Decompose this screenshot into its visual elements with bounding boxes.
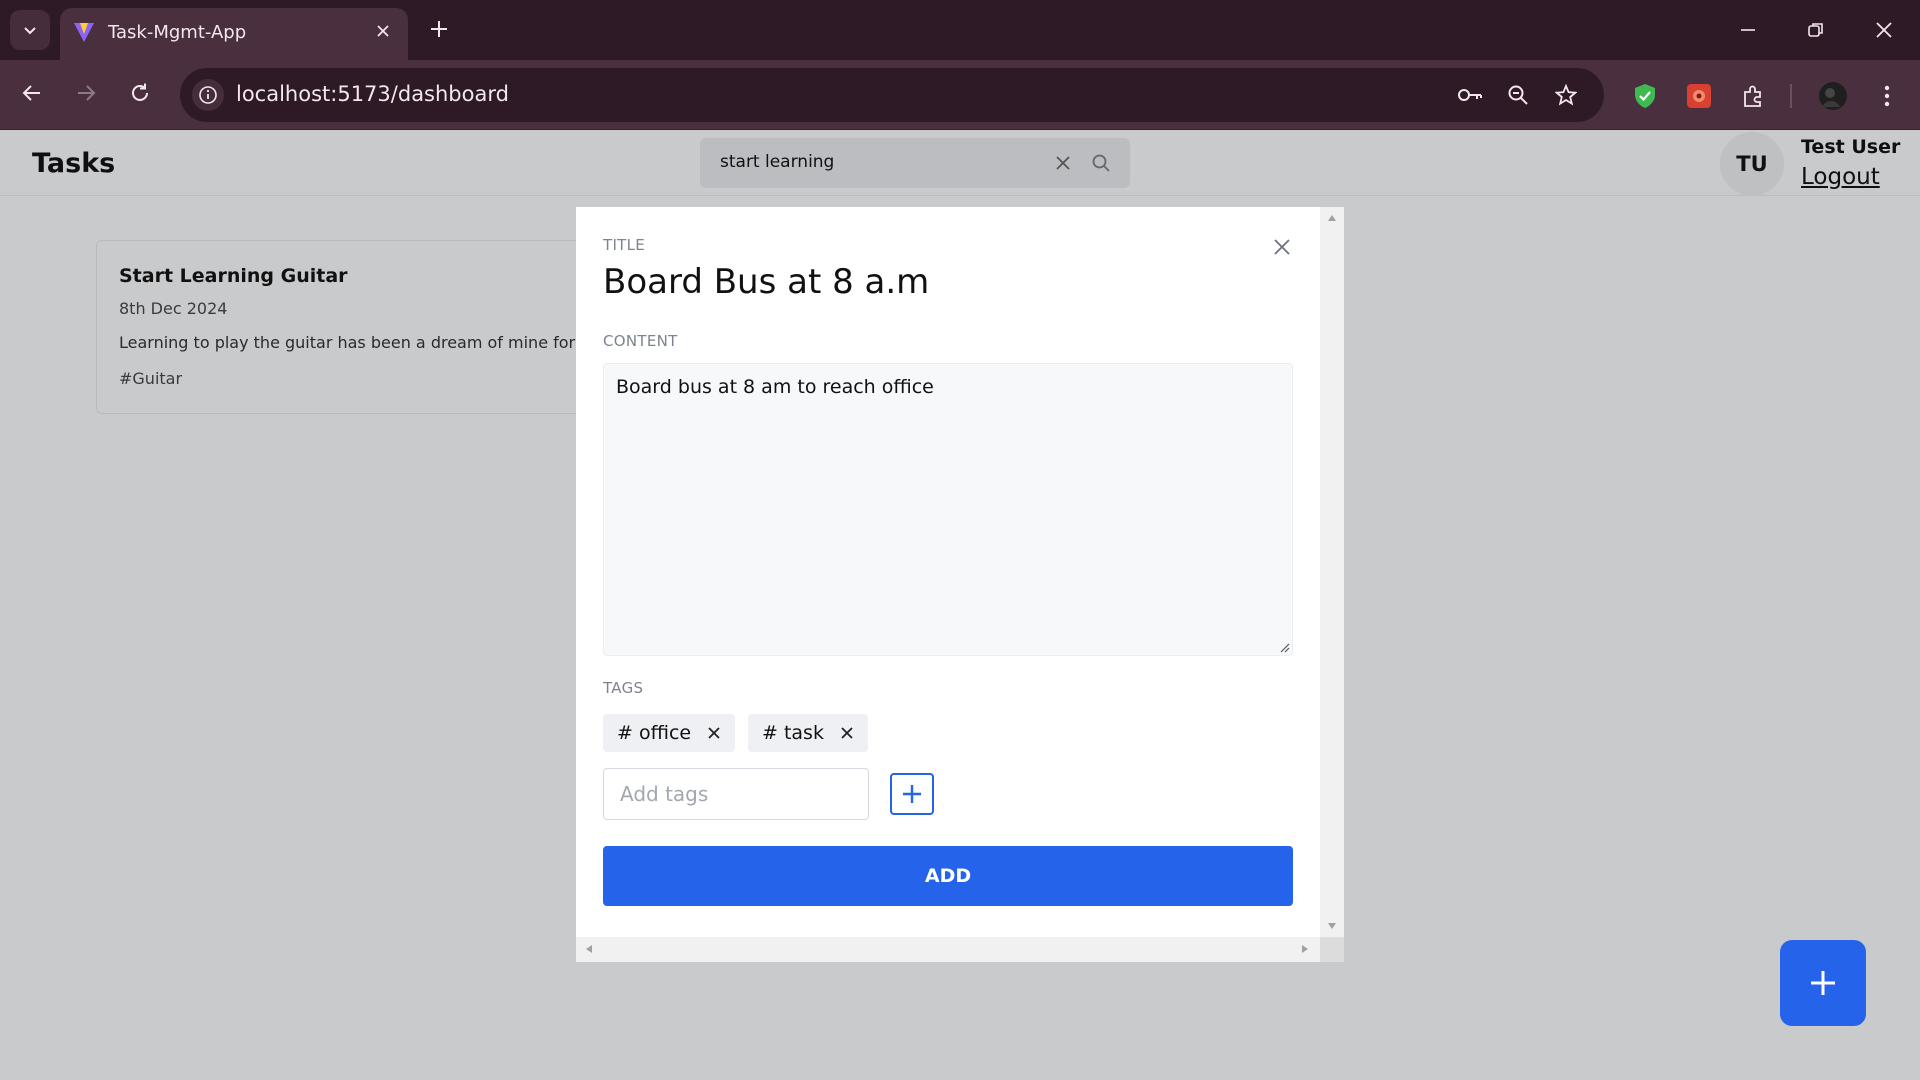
bookmark-star-icon[interactable] [1552, 81, 1580, 109]
red-extension-icon[interactable] [1682, 79, 1716, 113]
window-close-icon[interactable] [1864, 10, 1904, 50]
browser-tabstrip: Task-Mgmt-App [0, 0, 1920, 60]
browser-tab-active[interactable]: Task-Mgmt-App [60, 8, 408, 60]
content-textarea[interactable]: Board bus at 8 am to reach office [603, 363, 1293, 656]
vertical-scrollbar[interactable] [1320, 207, 1344, 937]
title-label: TITLE [603, 236, 646, 254]
profile-avatar-icon[interactable] [1816, 79, 1850, 113]
tag-chip: # task [748, 714, 868, 752]
tags-label: TAGS [603, 679, 644, 697]
horizontal-scrollbar[interactable] [576, 937, 1320, 962]
vite-logo-icon [74, 23, 94, 42]
reload-icon[interactable] [120, 73, 160, 113]
search-bar [700, 138, 1130, 188]
window-restore-icon[interactable] [1796, 10, 1836, 50]
scroll-right-arrow-icon[interactable] [1298, 942, 1312, 956]
tab-search-button[interactable] [10, 10, 50, 50]
browser-menu-kebab-icon[interactable] [1870, 79, 1904, 113]
edit-task-modal: TITLE CONTENT Board bus at 8 am to reach… [576, 207, 1344, 962]
scroll-down-arrow-icon[interactable] [1325, 919, 1339, 933]
scroll-left-arrow-icon[interactable] [582, 942, 596, 956]
scrollbar-corner [1320, 937, 1344, 962]
search-icon[interactable] [1088, 150, 1114, 176]
tag-chip-label: # task [762, 722, 824, 744]
search-input[interactable] [720, 152, 1040, 172]
app-header: Tasks TU Test User Logout [0, 130, 1920, 196]
tab-close-icon[interactable] [372, 20, 394, 42]
task-card[interactable]: Start Learning Guitar 8th Dec 2024 Learn… [96, 240, 616, 414]
tag-chip-label: # office [617, 722, 692, 744]
plus-icon [903, 785, 921, 803]
clear-search-icon[interactable] [1050, 150, 1076, 176]
site-info-icon[interactable] [192, 79, 224, 111]
content-label: CONTENT [603, 332, 678, 350]
logout-link[interactable]: Logout [1801, 164, 1880, 190]
zoom-out-icon[interactable] [1504, 81, 1532, 109]
forward-arrow-icon[interactable] [66, 73, 106, 113]
address-bar[interactable]: localhost:5173/dashboard [180, 68, 1604, 122]
add-tags-input[interactable] [603, 768, 869, 820]
password-key-icon[interactable] [1456, 81, 1484, 109]
remove-tag-icon[interactable] [705, 724, 723, 742]
task-card-date: 8th Dec 2024 [119, 299, 228, 318]
modal-close-icon[interactable] [1266, 231, 1298, 263]
title-input[interactable] [603, 262, 1243, 302]
toolbar-divider [1790, 84, 1792, 108]
add-submit-button[interactable]: ADD [603, 846, 1293, 906]
extensions-puzzle-icon[interactable] [1736, 79, 1770, 113]
task-card-title: Start Learning Guitar [119, 265, 348, 287]
window-minimize-icon[interactable] [1728, 10, 1768, 50]
shield-extension-icon[interactable] [1628, 79, 1662, 113]
task-card-tag: #Guitar [119, 369, 183, 388]
plus-icon [1811, 971, 1835, 995]
remove-tag-icon[interactable] [838, 724, 856, 742]
task-card-content: Learning to play the guitar has been a d… [119, 333, 576, 352]
back-arrow-icon[interactable] [12, 73, 52, 113]
resize-handle-icon[interactable] [1278, 641, 1290, 653]
scroll-up-arrow-icon[interactable] [1325, 211, 1339, 225]
add-task-fab-button[interactable] [1780, 940, 1866, 1026]
add-tag-button[interactable] [890, 773, 934, 815]
chevron-down-icon [24, 27, 36, 35]
url-text: localhost:5173/dashboard [236, 82, 509, 106]
user-name: Test User [1801, 136, 1901, 158]
user-avatar: TU [1720, 132, 1784, 196]
new-tab-plus-icon[interactable] [424, 14, 454, 44]
page-title: Tasks [32, 148, 116, 179]
tab-title: Task-Mgmt-App [108, 22, 247, 43]
tag-chip: # office [603, 714, 736, 752]
